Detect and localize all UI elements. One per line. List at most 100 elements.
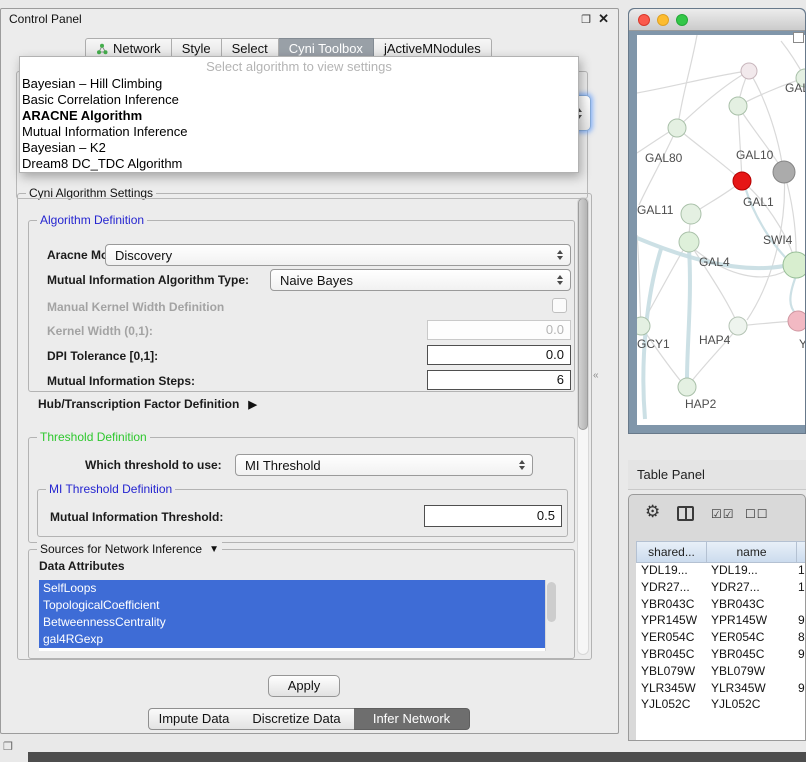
table-row[interactable]: YBR043CYBR043C	[636, 597, 805, 614]
mi-threshold-definition-group: MI Threshold Definition Mutual Informati…	[37, 489, 568, 537]
table-cell: YJL052C	[711, 697, 760, 711]
table-cell: YLR345W	[641, 681, 696, 695]
table-header-row: shared... name	[636, 541, 806, 563]
hub-section-label: Hub/Transcription Factor Definition	[38, 397, 239, 411]
settings-scrollbar[interactable]	[577, 197, 589, 655]
network-window-titlebar[interactable]	[629, 9, 805, 31]
gear-icon[interactable]: ⚙	[645, 503, 660, 520]
scrollbar-thumb[interactable]	[547, 582, 556, 622]
selected-value: Naive Bayes	[271, 273, 552, 288]
columns-icon[interactable]	[677, 506, 694, 521]
table-row[interactable]: YPR145WYPR145W9.	[636, 613, 805, 630]
threshold-definition-group: Threshold Definition Which threshold to …	[28, 437, 575, 543]
network-node-label: Y	[799, 337, 805, 351]
algorithm-option[interactable]: Dream8 DC_TDC Algorithm	[20, 156, 578, 172]
tab-label: jActiveMNodules	[384, 41, 481, 56]
close-traffic-light[interactable]	[638, 14, 650, 26]
network-node-label: GCY1	[637, 337, 670, 351]
network-node[interactable]	[668, 119, 686, 137]
kernel-width-field[interactable]: 0.0	[427, 320, 571, 340]
scrollbar-thumb[interactable]	[578, 198, 588, 430]
table-panel-window: ⚙ ☑☑ ☐☐ shared... name YDL19...YDL19...1…	[628, 494, 806, 741]
which-threshold-select[interactable]: MI Threshold	[235, 454, 533, 476]
dropdown-placeholder: Select algorithm to view settings	[20, 57, 578, 76]
network-view-window: GAL80GAL10GAL11GAL1SWI4GAL4GCY1HAP4HAP2G…	[628, 8, 806, 434]
tab-label: Style	[182, 41, 211, 56]
network-node[interactable]	[733, 172, 751, 190]
algorithm-option[interactable]: Basic Correlation Inference	[20, 92, 578, 108]
data-attribute-item[interactable]: BetweennessCentrality	[39, 614, 558, 631]
table-cell: YBL079W	[711, 664, 765, 678]
table-row[interactable]: YLR345WYLR345W9.	[636, 681, 805, 698]
data-attribute-item[interactable]: gal4RGexp	[39, 631, 558, 648]
network-node[interactable]	[678, 378, 696, 396]
table-cell: YDR27...	[641, 580, 690, 594]
network-node[interactable]	[679, 232, 699, 252]
group-title: MI Threshold Definition	[46, 482, 175, 496]
apply-button[interactable]: Apply	[268, 675, 340, 697]
table-cell: YBR045C	[641, 647, 694, 661]
panel-collapse-icon[interactable]: «	[593, 370, 599, 381]
group-title: Threshold Definition	[37, 430, 150, 444]
table-row[interactable]: YBR045CYBR045C9.	[636, 647, 805, 664]
mi-threshold-label: Mutual Information Threshold:	[50, 510, 223, 524]
data-attribute-item[interactable]: SelfLoops	[39, 580, 558, 597]
algorithm-option[interactable]: Bayesian – Hill Climbing	[20, 76, 578, 92]
close-icon[interactable]: ✕	[598, 11, 609, 27]
network-node-label: HAP4	[699, 333, 730, 347]
mi-steps-field[interactable]: 6	[427, 370, 571, 390]
network-canvas[interactable]: GAL80GAL10GAL11GAL1SWI4GAL4GCY1HAP4HAP2G…	[637, 35, 805, 425]
attributes-scrollbar[interactable]	[545, 580, 558, 651]
hub-transcription-toggle[interactable]: Hub/Transcription Factor Definition ▶	[38, 397, 257, 411]
aracne-mode-select[interactable]: Discovery	[105, 244, 571, 266]
mi-threshold-field[interactable]: 0.5	[424, 505, 562, 527]
column-header-partial[interactable]	[797, 541, 806, 563]
tab-discretize-data[interactable]: Discretize Data	[239, 708, 355, 730]
network-node[interactable]	[681, 204, 701, 224]
network-node[interactable]	[741, 63, 757, 79]
sources-group: Sources for Network Inference ▼ Data Att…	[28, 549, 575, 659]
column-header-name[interactable]: name	[707, 541, 797, 563]
algorithm-option[interactable]: Bayesian – K2	[20, 140, 578, 156]
network-node-label: GAL10	[736, 148, 773, 162]
stepper-icon	[552, 275, 568, 285]
network-node[interactable]	[729, 317, 747, 335]
table-cell: YPR145W	[641, 613, 697, 627]
table-row[interactable]: YER054CYER054C8.	[636, 630, 805, 647]
sources-title: Sources for Network Inference	[40, 542, 202, 556]
network-node[interactable]	[783, 252, 805, 278]
restore-window-icon[interactable]: ❐	[3, 740, 13, 753]
select-all-columns-icon[interactable]: ☑☑	[711, 508, 735, 520]
tab-infer-network[interactable]: Infer Network	[354, 708, 470, 730]
network-node-label: HAP2	[685, 397, 716, 411]
network-node[interactable]	[788, 311, 805, 331]
algorithm-option[interactable]: Mutual Information Inference	[20, 124, 578, 140]
sources-toggle[interactable]: Sources for Network Inference ▼	[37, 542, 222, 556]
zoom-traffic-light[interactable]	[676, 14, 688, 26]
table-row[interactable]: YJL052CYJL052C	[636, 697, 805, 714]
tab-impute-data[interactable]: Impute Data	[148, 708, 240, 730]
network-node[interactable]	[729, 97, 747, 115]
table-body: YDL19...YDL19...13YDR27...YDR27...12YBR0…	[636, 563, 805, 740]
manual-kernel-checkbox[interactable]	[552, 298, 567, 313]
tab-label: Cyni Toolbox	[289, 41, 363, 56]
manual-kernel-label: Manual Kernel Width Definition	[47, 300, 224, 314]
network-node[interactable]	[773, 161, 795, 183]
mi-type-select[interactable]: Naive Bayes	[270, 269, 571, 291]
algorithm-option[interactable]: ARACNE Algorithm	[20, 108, 578, 124]
minimize-traffic-light[interactable]	[657, 14, 669, 26]
network-node[interactable]	[637, 317, 650, 335]
table-cell: 9.	[798, 681, 805, 695]
table-row[interactable]: YBL079W YBL079W	[636, 664, 805, 681]
birdseye-toggle[interactable]	[793, 32, 804, 43]
deselect-all-columns-icon[interactable]: ☐☐	[745, 508, 769, 520]
table-row[interactable]: YDR27...YDR27...12	[636, 580, 805, 597]
column-header-shared-name[interactable]: shared...	[636, 541, 707, 563]
data-attribute-item[interactable]: TopologicalCoefficient	[39, 597, 558, 614]
table-row[interactable]: YDL19...YDL19...13	[636, 563, 805, 580]
float-window-icon[interactable]: ❐	[581, 13, 591, 26]
table-cell: YDR27...	[711, 580, 760, 594]
table-cell: YBL079W	[641, 664, 695, 678]
dpi-tolerance-field[interactable]: 0.0	[427, 345, 571, 365]
table-cell: 9.	[798, 613, 805, 627]
